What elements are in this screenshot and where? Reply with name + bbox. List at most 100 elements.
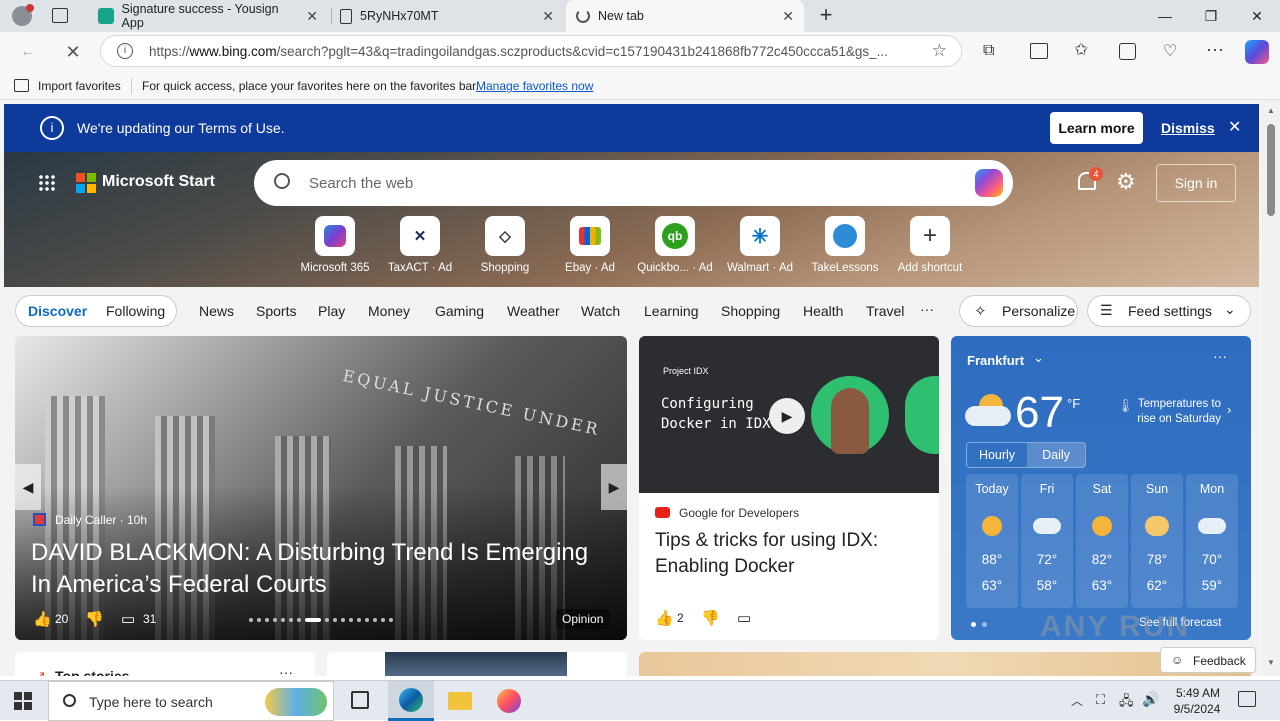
apps-launcher-icon[interactable] — [38, 174, 56, 192]
file-explorer-icon[interactable] — [448, 692, 472, 710]
tab-yousign[interactable]: Signature success - Yousign App ✕ — [88, 0, 328, 32]
dismiss-link[interactable]: Dismiss — [1161, 120, 1215, 136]
shortcut-ebay[interactable]: Ebay · Ad — [550, 216, 630, 274]
tab-hourly[interactable]: Hourly — [967, 443, 1027, 467]
site-info-icon[interactable]: i — [117, 43, 133, 59]
minimize-button[interactable]: — — [1142, 0, 1188, 32]
collections-icon[interactable] — [1119, 43, 1136, 60]
forecast-day[interactable]: Mon 70° 59° — [1186, 474, 1238, 608]
extensions-icon[interactable]: ⧉ — [983, 42, 994, 60]
shortcut-takelessons[interactable]: TakeLessons — [805, 216, 885, 274]
nav-news[interactable]: News — [199, 303, 234, 319]
tab-new-tab[interactable]: New tab ✕ — [566, 0, 804, 32]
play-icon[interactable]: ▶ — [769, 398, 805, 434]
nav-gaming[interactable]: Gaming — [435, 303, 484, 319]
feedback-button[interactable]: ☺ Feedback — [1160, 647, 1256, 673]
comment-icon[interactable]: ▭ — [737, 609, 751, 627]
nav-sports[interactable]: Sports — [256, 303, 296, 319]
clock-date[interactable]: 9/5/2024 — [1166, 702, 1228, 716]
personalize-button[interactable]: ✧ Personalize — [959, 295, 1078, 327]
forecast-day[interactable]: Fri 72° 58° — [1021, 474, 1073, 608]
feed-settings-button[interactable]: ☰ Feed settings ⌄ — [1087, 295, 1251, 327]
comment-icon[interactable]: ▭ — [121, 610, 135, 628]
carousel-next-button[interactable]: ▶ — [601, 464, 627, 510]
shortcut-quickbooks[interactable]: qb Quickbo... · Ad — [635, 216, 715, 274]
more-icon[interactable]: ··· — [279, 664, 293, 676]
dislike-icon[interactable]: 👎 — [85, 610, 104, 628]
main-story-card[interactable]: EQUAL JUSTICE UNDER ◀ ▶ Daily Caller · 1… — [15, 336, 627, 640]
start-windows-icon[interactable] — [14, 692, 32, 710]
back-button[interactable]: ← — [10, 32, 46, 72]
browser-essentials-icon[interactable]: ♡ — [1163, 41, 1177, 61]
brand-name[interactable]: Microsoft Start — [102, 173, 215, 191]
settings-icon[interactable]: ⚙ — [1116, 169, 1136, 195]
shortcut-shopping[interactable]: ◇ Shopping — [465, 216, 545, 274]
import-favorites-label[interactable]: Import favorites — [38, 79, 121, 93]
taskbar-search-box[interactable]: Type here to search — [48, 681, 334, 721]
nav-shopping[interactable]: Shopping — [721, 303, 780, 319]
dislike-icon[interactable]: 👎 — [701, 609, 720, 627]
city-chevron-icon[interactable]: ⌄ — [1033, 350, 1044, 366]
nav-learning[interactable]: Learning — [644, 303, 699, 319]
scroll-down-icon[interactable]: ▼ — [1267, 658, 1275, 667]
story-headline[interactable]: DAVID BLACKMON: A Disturbing Trend Is Em… — [31, 537, 611, 601]
carousel-dots[interactable] — [247, 616, 395, 622]
nav-weather[interactable]: Weather — [507, 303, 560, 319]
more-menu-icon[interactable]: ··· — [1206, 39, 1224, 60]
scroll-thumb[interactable] — [1267, 124, 1275, 216]
copilot-icon[interactable] — [1245, 40, 1269, 64]
forecast-day[interactable]: Sat 82° 63° — [1076, 474, 1128, 608]
nav-travel[interactable]: Travel — [866, 303, 904, 319]
forecast-day[interactable]: Sun 78° 62° — [1131, 474, 1183, 608]
nav-play[interactable]: Play — [318, 303, 345, 319]
restore-button[interactable]: ❐ — [1188, 0, 1234, 32]
weather-city[interactable]: Frankfurt — [967, 353, 1024, 368]
url-field[interactable]: i https://www.bing.com/search?pglt=43&q=… — [100, 35, 962, 67]
close-window-button[interactable]: ✕ — [1234, 0, 1280, 32]
tab-following[interactable]: Following — [106, 303, 165, 319]
clock-time[interactable]: 5:49 AM — [1170, 686, 1226, 700]
import-favorites-icon[interactable] — [14, 79, 29, 92]
tab-5ry[interactable]: 5RyNHx70MT ✕ — [330, 0, 564, 32]
task-view-icon[interactable] — [351, 691, 369, 709]
weather-card[interactable]: Frankfurt ⌄ ··· 67 °F 🌡 Temperatures to … — [951, 336, 1251, 640]
like-icon[interactable]: 👍 — [33, 610, 52, 628]
tab-daily[interactable]: Daily — [1027, 443, 1085, 467]
weather-more-icon[interactable]: ··· — [1213, 348, 1227, 364]
firefox-icon[interactable] — [497, 689, 521, 713]
close-tab-icon[interactable]: ✕ — [782, 8, 794, 25]
close-tab-icon[interactable]: ✕ — [542, 8, 554, 25]
weather-page-dots[interactable] — [971, 622, 987, 627]
network-icon[interactable]: 🖧 — [1119, 692, 1134, 714]
new-tab-button[interactable]: + — [814, 4, 838, 28]
notifications-center-icon[interactable] — [1238, 691, 1256, 707]
forecast-day[interactable]: Today 88° 63° — [966, 474, 1018, 608]
favorite-star-icon[interactable]: ☆ — [932, 41, 947, 61]
sign-in-button[interactable]: Sign in — [1156, 164, 1236, 202]
note-chevron-icon[interactable]: › — [1227, 402, 1231, 417]
shortcut-add[interactable]: + Add shortcut — [890, 216, 970, 274]
close-banner-icon[interactable]: ✕ — [1228, 117, 1241, 137]
like-icon[interactable]: 👍 — [655, 609, 674, 627]
carousel-prev-button[interactable]: ◀ — [15, 464, 41, 510]
nav-health[interactable]: Health — [803, 303, 843, 319]
web-search-box[interactable]: Search the web — [254, 160, 1013, 206]
shortcut-taxact[interactable]: ✕ TaxACT · Ad — [380, 216, 460, 274]
tab-discover[interactable]: Discover — [28, 303, 87, 319]
shortcut-walmart[interactable]: ✳ Walmart · Ad — [720, 216, 800, 274]
tab-actions-icon[interactable] — [52, 8, 68, 23]
favorites-icon[interactable]: ✩ — [1074, 40, 1088, 60]
video-thumbnail[interactable]: Project IDX Configuring Docker in IDX ▶ — [639, 336, 939, 493]
stop-loading-button[interactable]: ✕ — [55, 32, 91, 72]
edge-taskbar-icon[interactable] — [388, 681, 434, 721]
usb-icon[interactable]: ⛶ — [1096, 692, 1105, 708]
profile-icon[interactable] — [12, 4, 34, 26]
manage-favorites-link[interactable]: Manage favorites now — [476, 79, 593, 93]
tray-chevron-icon[interactable]: ︿ — [1071, 692, 1083, 709]
nav-more-icon[interactable]: ··· — [920, 301, 934, 317]
volume-icon[interactable]: 🔊 — [1142, 691, 1159, 708]
shortcut-microsoft-365[interactable]: Microsoft 365 — [295, 216, 375, 274]
scroll-up-icon[interactable]: ▲ — [1267, 106, 1275, 115]
video-headline[interactable]: Tips & tricks for using IDX: Enabling Do… — [655, 528, 925, 580]
nav-money[interactable]: Money — [368, 303, 410, 319]
